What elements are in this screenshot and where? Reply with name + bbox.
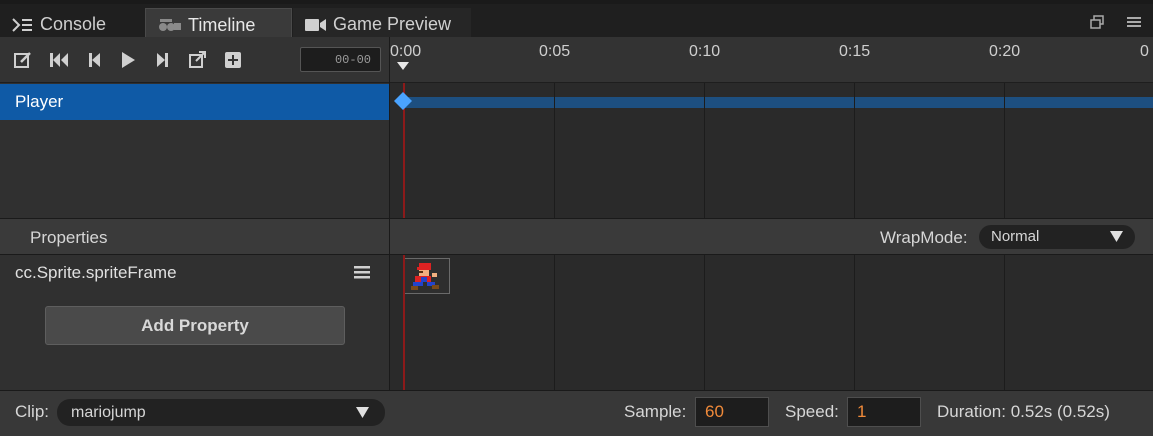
node-tracks[interactable] [390,83,1153,218]
property-name[interactable]: cc.Sprite.spriteFrame [15,263,177,283]
footer-bar: Clip: mariojump Sample: 60 Speed: 1 Dura… [0,390,1153,436]
clip-value: mariojump [71,404,146,421]
ruler-label: 0:20 [989,43,1021,60]
timeline-icon [158,17,182,33]
clip-label: Clip: [15,402,50,421]
tab-label: Timeline [188,14,256,35]
grid-line [854,83,855,218]
current-time-input[interactable]: 00-00 [300,47,381,72]
tab-label: Console [40,14,107,34]
node-row-player[interactable]: Player [0,84,389,120]
speed-input[interactable]: 1 [847,397,921,427]
timeline-toolbar: 00-00 [0,37,389,83]
duration-text: Duration: 0.52s (0.52s) [937,402,1110,421]
wrap-mode-select[interactable]: Normal [979,225,1135,249]
wrap-mode-value: Normal [991,228,1040,245]
wrap-mode-label: WrapMode: [880,228,968,247]
tab-bar: Console Timeline Game Preview [0,0,1153,41]
chevron-down-icon [356,407,369,418]
grid-line [704,255,705,390]
sample-label: Sample: [624,402,687,421]
grid-line [1004,83,1005,218]
export-icon[interactable] [188,50,208,70]
console-icon [12,17,34,33]
node-keyframe-diamond[interactable] [394,92,412,110]
mario-sprite-thumbnail [411,263,439,290]
node-track-bar[interactable] [402,97,1153,108]
grid-line [554,255,555,390]
playhead-marker[interactable] [397,62,409,70]
properties-header: Properties WrapMode: Normal [0,218,1153,255]
panel-divider[interactable] [389,37,390,390]
grid-line [854,255,855,390]
edit-icon[interactable] [13,50,33,70]
ruler-label: 0:05 [539,43,571,60]
property-menu-icon[interactable] [354,265,370,279]
tab-label: Game Preview [333,14,452,34]
play-icon[interactable] [118,50,138,70]
restore-window-icon[interactable] [1089,14,1105,30]
add-icon[interactable] [223,50,243,70]
chevron-down-icon [1110,231,1123,242]
property-tracks[interactable] [390,255,1153,390]
ruler-label: 0:15 [839,43,871,60]
grid-line [554,83,555,218]
time-ruler[interactable]: 0:00 0:05 0:10 0:15 0:20 0 [390,37,1153,83]
next-frame-icon[interactable] [153,50,173,70]
playhead-line [403,255,405,390]
grid-line [704,83,705,218]
sprite-keyframe[interactable] [404,258,450,294]
ruler-label: 0:00 [390,43,422,60]
ruler-label: 0:10 [689,43,721,60]
ruler-label: 0 [1140,43,1149,60]
previous-frame-icon[interactable] [84,50,104,70]
node-list: Player [0,83,389,218]
hamburger-menu-icon[interactable] [1126,14,1142,30]
clip-select[interactable]: mariojump [57,399,385,426]
property-list: cc.Sprite.spriteFrame Add Property [0,255,389,390]
jump-to-start-icon[interactable] [49,50,69,70]
grid-line [1004,255,1005,390]
speed-label: Speed: [785,402,839,421]
sample-input[interactable]: 60 [695,397,769,427]
video-camera-icon [305,18,327,32]
add-property-button[interactable]: Add Property [45,306,345,345]
properties-title: Properties [30,228,108,247]
